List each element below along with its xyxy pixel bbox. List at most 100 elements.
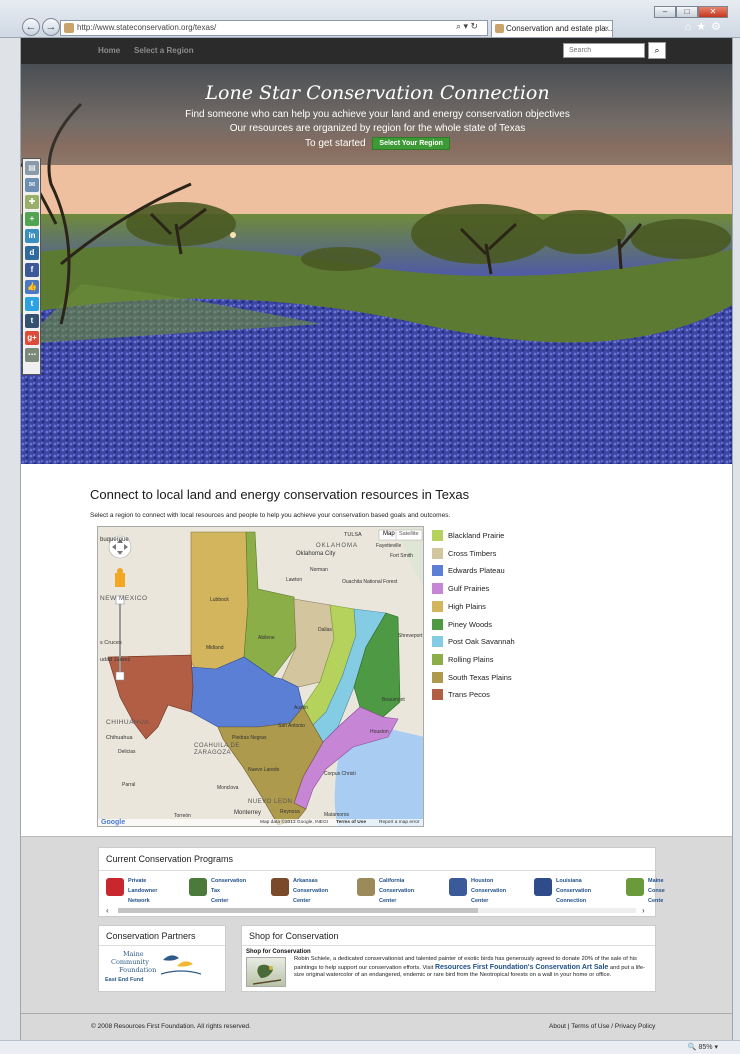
program-item[interactable]: Louisiana Conservation Connection — [534, 876, 620, 906]
legend-label: Trans Pecos — [448, 690, 490, 700]
minimize-button[interactable]: – — [654, 6, 676, 18]
browser-tool-icons[interactable]: ⌂★⚙ — [685, 20, 726, 33]
map-report-error-link[interactable]: Report a map error — [379, 820, 420, 825]
legend-item[interactable]: Rolling Plains — [432, 653, 562, 666]
legend-label: Edwards Plateau — [448, 566, 505, 576]
legend-item[interactable]: Cross Timbers — [432, 547, 562, 560]
map-label-chihuahua: Chihuahua — [106, 735, 133, 741]
settings-gear-icon: ⚙ — [711, 21, 726, 33]
program-logo-icon — [357, 878, 375, 896]
program-item[interactable]: Conservation Tax Center — [189, 876, 275, 906]
select-your-region-button[interactable]: Select Your Region — [372, 137, 450, 150]
legend-item[interactable]: Post Oak Savannah — [432, 636, 562, 648]
address-bar-actions[interactable]: ⌕ ▾ ↻ — [456, 21, 478, 32]
map-label-piedras-negras: Piedras Negras — [232, 735, 267, 741]
scroll-track[interactable] — [118, 908, 636, 913]
maine-community-foundation-logo[interactable]: Maine Community Foundation East End Fund — [105, 950, 217, 988]
map-label-lawton: Lawton — [286, 577, 303, 583]
twitter-icon[interactable]: t — [25, 297, 39, 311]
search-input[interactable] — [563, 43, 645, 58]
program-name-line: Center — [211, 898, 229, 904]
legend-item[interactable]: High Plains — [432, 600, 562, 613]
like-icon[interactable]: 👍 — [25, 280, 39, 294]
texas-region-map[interactable]: Map Satellite OKLAHOMA Oklahoma City TUL… — [97, 526, 424, 827]
program-name-line: Louisiana — [556, 878, 582, 884]
page-viewport: Home Select a Region ⌕ — [20, 38, 733, 1040]
legend-label: Gulf Prairies — [448, 584, 490, 594]
browser-status-bar: 🔍 85% ▾ — [0, 1040, 740, 1054]
nav-select-region-link[interactable]: Select a Region — [134, 46, 194, 55]
search-icon: ⌕ — [654, 45, 660, 55]
scroll-right-icon[interactable]: › — [642, 906, 645, 915]
hero-line-2: Our resources are organized by region fo… — [229, 123, 526, 134]
scroll-left-icon[interactable]: ‹ — [106, 906, 109, 915]
program-name-line: Network — [128, 898, 150, 904]
zoom-icon: 🔍 — [687, 1044, 697, 1051]
hero-line-1: Find someone who can help you achieve yo… — [185, 109, 570, 120]
legend-item[interactable]: Blackland Prairie — [432, 530, 562, 542]
program-item[interactable]: Private Landowner Network — [106, 876, 192, 906]
program-name-line: Arkansas — [293, 878, 318, 884]
tumblr-icon[interactable]: t — [25, 314, 39, 328]
map-label-torreon: Torreón — [174, 813, 191, 819]
googleplus-icon[interactable]: g+ — [25, 331, 39, 345]
map-type-satellite-button[interactable]: Satellite — [399, 531, 419, 537]
legend-item[interactable]: South Texas Plains — [432, 671, 562, 684]
linkedin-icon[interactable]: in — [25, 229, 39, 243]
print-icon[interactable]: ▤ — [25, 161, 39, 175]
program-name-line: Tax — [211, 888, 221, 894]
nav-home-link[interactable]: Home — [98, 46, 120, 55]
email-icon[interactable]: ✉ — [25, 178, 39, 192]
legend-swatch — [432, 671, 443, 683]
program-item[interactable]: Houston Conservation Center — [449, 876, 535, 906]
conservation-programs-panel: Current Conservation Programs Private Lan… — [98, 847, 665, 917]
more-icon[interactable]: ⋯ — [25, 348, 39, 362]
map-google-logo: Google — [101, 819, 126, 826]
map-canvas[interactable] — [98, 527, 424, 827]
program-item[interactable]: California Conservation Center — [357, 876, 443, 906]
forward-button[interactable]: → — [42, 18, 60, 36]
map-type-map-button[interactable]: Map — [383, 531, 395, 537]
map-label-oklahoma: OKLAHOMA — [316, 543, 359, 549]
legend-item[interactable]: Trans Pecos — [432, 689, 562, 701]
browser-tab[interactable]: Conservation and estate pla... × — [491, 20, 613, 37]
shop-title: Shop for Conservation — [249, 931, 339, 941]
bird-painting-thumbnail[interactable] — [246, 957, 286, 987]
scroll-thumb[interactable] — [118, 908, 478, 913]
close-window-button[interactable]: ✕ — [698, 6, 728, 18]
programs-scrollbar[interactable]: ‹ › — [106, 906, 650, 915]
bookmark-icon[interactable]: ✚ — [25, 195, 39, 209]
program-name-line: Landowner — [128, 888, 158, 894]
legend-item[interactable]: Piney Woods — [432, 618, 562, 631]
maximize-button[interactable]: □ — [676, 6, 698, 18]
address-bar[interactable]: http://www.stateconservation.org/texas/ — [60, 20, 488, 36]
street-view-pegman-icon — [115, 573, 125, 587]
terms-privacy-link[interactable]: Terms of Use / Privacy Policy — [571, 1023, 655, 1030]
program-name: Houston Conservation Center — [471, 876, 533, 906]
legend-item[interactable]: Edwards Plateau — [432, 565, 562, 577]
program-item[interactable]: Arkansas Conservation Center — [271, 876, 357, 906]
conservation-art-sale-link[interactable]: Resources First Foundation's Conservatio… — [435, 964, 608, 971]
logo-line-2: Community — [111, 958, 149, 966]
map-label-ouachita: Ouachita National Forest — [342, 579, 398, 585]
map-label-las-cruces: s Cruces — [100, 640, 122, 646]
logo-line-3: Foundation — [119, 966, 157, 974]
share-icon[interactable]: + — [25, 212, 39, 226]
search-button[interactable]: ⌕ — [648, 42, 666, 59]
program-name-line: Houston — [471, 878, 494, 884]
tab-close-icon[interactable]: × — [604, 21, 609, 36]
about-link[interactable]: About — [549, 1023, 566, 1030]
map-terms-link[interactable]: Terms of Use — [336, 820, 366, 825]
map-label-lubbock: Lubbock — [210, 597, 229, 603]
legend-swatch — [432, 600, 443, 612]
facebook-icon[interactable]: f — [25, 263, 39, 277]
partners-title: Conservation Partners — [106, 931, 196, 941]
legend-swatch — [432, 689, 443, 701]
zoom-level[interactable]: 🔍 85% ▾ — [688, 1043, 718, 1051]
map-label-coahuila: COAHUILA DE ZARAGOZA — [194, 743, 240, 756]
back-button[interactable]: ← — [22, 18, 40, 36]
legend-item[interactable]: Gulf Prairies — [432, 583, 562, 595]
program-item[interactable]: Maine Conse Cente — [626, 876, 712, 906]
map-label-beaumont: Beaumont — [382, 697, 405, 703]
digg-icon[interactable]: d — [25, 246, 39, 260]
